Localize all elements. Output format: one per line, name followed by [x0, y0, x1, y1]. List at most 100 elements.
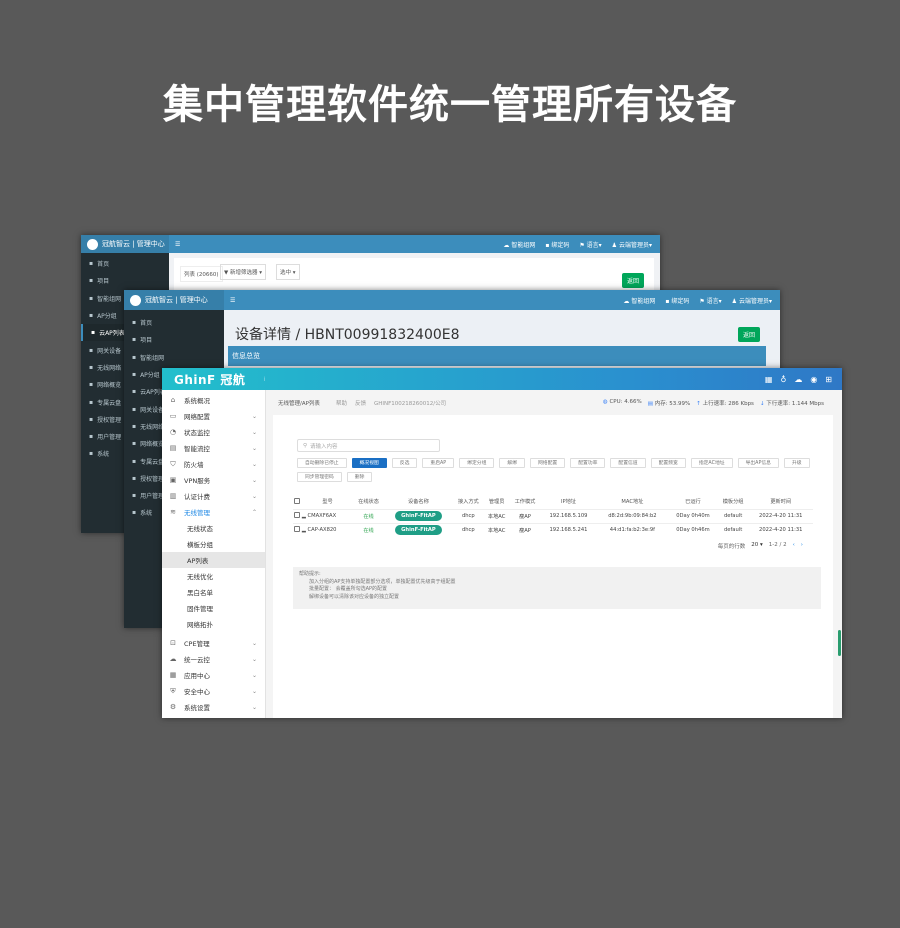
checkbox[interactable] — [294, 512, 301, 518]
sidebar-item[interactable]: ◔ 状态监控 ⌄ — [162, 424, 265, 440]
list-tab[interactable]: 列表 (20660) — [180, 266, 223, 282]
action-button[interactable]: 删除 — [346, 472, 373, 482]
help-link[interactable]: 帮助 — [336, 399, 347, 407]
menu-item-icon: ▪ — [91, 329, 96, 337]
submenu-item[interactable]: AP列表 — [162, 552, 265, 568]
action-button[interactable]: 重启AP — [422, 458, 455, 468]
table-row[interactable]: ▂ CMAXF6AX 在线 GhinF-FitAP dhcp 本地AC 瘦AP 192.16… — [293, 509, 813, 523]
action-button[interactable]: 同步管理密码 — [297, 472, 342, 482]
header-link[interactable]: ⚑ 语言▾ — [699, 296, 721, 305]
menu-toggle-icon[interactable]: ☰ — [175, 241, 180, 248]
sidebar-item[interactable]: ▥ 认证计费 ⌄ — [162, 488, 265, 504]
sidebar-item-label: 网络配置 — [184, 413, 210, 421]
submenu-item[interactable]: 无线优化 — [162, 568, 265, 584]
sidebar-item-label: 认证计费 — [184, 493, 210, 501]
submenu-item[interactable]: 固件管理 — [162, 600, 265, 616]
back-button[interactable]: 返回 — [737, 327, 760, 342]
action-button[interactable]: 配置信道 — [610, 458, 646, 468]
column-header: 管理员 — [488, 499, 505, 506]
sidebar-item-label: 系统设置 — [184, 704, 210, 712]
header-link[interactable]: ☁ 智能组网 — [503, 240, 535, 249]
submenu-item[interactable]: 无线状态 — [162, 520, 265, 536]
action-button[interactable]: 自动删除已停止 — [297, 458, 347, 468]
next-page-icon[interactable]: › — [801, 542, 803, 550]
action-button[interactable]: 网络配置 — [530, 458, 566, 468]
checkbox[interactable] — [294, 526, 301, 533]
sidebar-item[interactable]: ⊡ CPE管理 ⌄ — [162, 635, 265, 651]
row-checkbox[interactable] — [293, 523, 302, 537]
search-input[interactable]: ⚲ 请输入内容 — [297, 439, 440, 452]
selected-dropdown[interactable]: 选中 ▾ — [276, 264, 300, 280]
header-link[interactable]: ⚑ 语言▾ — [579, 240, 601, 249]
header-link[interactable]: ▪ 绑定码 — [545, 240, 569, 249]
brand: 冠航智云 | 管理中心 — [102, 240, 165, 248]
action-button[interactable]: 概况视图 — [351, 458, 387, 468]
globe-icon[interactable]: ◉ — [810, 375, 817, 384]
header-link-label: 语言▾ — [706, 297, 722, 305]
sidebar-item-label: 应用中心 — [184, 672, 210, 680]
action-button[interactable]: 升级 — [783, 458, 810, 468]
sidebar-item-label: AP分组 — [97, 313, 117, 321]
bell-icon[interactable]: ♁ — [780, 375, 786, 384]
action-button[interactable]: 配置功率 — [570, 458, 606, 468]
header-link[interactable]: ♟ 云端管理员▾ — [612, 240, 652, 249]
table-row[interactable]: ▂ CAP-AX820 在线 GhinF-FitAP dhcp 本地AC 瘦AP 192.1… — [293, 523, 813, 537]
select-all-checkbox[interactable] — [293, 495, 302, 509]
cloud-icon[interactable]: ☁ — [794, 375, 802, 384]
submenu-item[interactable]: 黑白名单 — [162, 584, 265, 600]
sidebar-item[interactable]: ▦ 应用中心 ⌄ — [162, 667, 265, 683]
menu-item-icon: ▪ — [132, 492, 137, 500]
sidebar-item[interactable]: ▪ 智能组网 — [124, 349, 224, 366]
feedback-link[interactable]: 反馈 — [355, 399, 366, 407]
chevron-down-icon: ⌄ — [251, 703, 257, 711]
header-link[interactable]: ♟ 云端管理员▾ — [732, 296, 772, 305]
sidebar-item[interactable]: ⛉ 防火墙 ⌄ — [162, 456, 265, 472]
column-header: IP地址 — [560, 499, 576, 506]
sidebar: ⌂ 系统概况 ▭ 网络配置 ⌄ ◔ 状态监控 ⌄ ▤ 智能流控 ⌄ ⛉ 防火墙 ⌄ ▣ VPN服务 ⌄ ▥ 认证计费… — [162, 390, 266, 718]
sidebar-item[interactable]: ▪ 首页 — [81, 255, 169, 272]
logo: GhinF 冠航 — [174, 372, 246, 387]
prev-page-icon[interactable]: ‹ — [793, 542, 795, 550]
submenu-item[interactable]: 横板分组 — [162, 536, 265, 552]
action-button[interactable]: 绑定分组 — [459, 458, 495, 468]
action-button[interactable]: 反选 — [391, 458, 418, 468]
selected-label: 选中 — [280, 270, 292, 276]
sidebar-item[interactable]: ▪ 首页 — [124, 314, 224, 331]
grid-icon[interactable]: ▦ — [765, 375, 773, 384]
sidebar-item[interactable]: ⌂ 系统概况 — [162, 392, 265, 408]
header-link[interactable]: ▪ 绑定码 — [665, 296, 689, 305]
sidebar-item[interactable]: ⛨ 安全中心 ⌄ — [162, 683, 265, 699]
back-button[interactable]: 返回 — [621, 273, 644, 288]
sidebar-item-label: 专属云盘 — [140, 458, 165, 466]
add-filter-button[interactable]: ▼ 新增筛选器 ▾ — [220, 264, 267, 280]
sidebar-item[interactable]: ▭ 网络配置 ⌄ — [162, 408, 265, 424]
exit-icon[interactable]: ⊞ — [825, 375, 832, 384]
header-link[interactable]: ☁ 智能组网 — [623, 296, 655, 305]
header-link-label: 绑定码 — [671, 297, 690, 305]
menu-item-icon: ▪ — [132, 422, 137, 430]
menu-item-icon: ▣ — [169, 476, 177, 484]
sidebar-item[interactable]: ⚙ 系统设置 ⌄ — [162, 699, 265, 715]
column-header: 设备名称 — [408, 499, 429, 506]
up-value: 上行速率: 286 Kbps — [702, 401, 754, 407]
sidebar-item[interactable]: ▪ 项目 — [81, 272, 169, 289]
sidebar-item[interactable]: ☁ 统一云控 ⌄ — [162, 651, 265, 667]
table-cell: 2022-4-20 11:31 — [749, 509, 814, 523]
scrollbar[interactable] — [838, 630, 841, 656]
sidebar-item[interactable]: ▪ 项目 — [124, 331, 224, 348]
menu-toggle-icon[interactable]: ☰ — [230, 297, 235, 304]
checkbox[interactable] — [294, 497, 301, 504]
action-button[interactable]: 配置频宽 — [650, 458, 686, 468]
sidebar-item[interactable]: ▤ 智能流控 ⌄ — [162, 440, 265, 456]
sidebar-item[interactable]: ▣ VPN服务 ⌄ — [162, 472, 265, 488]
sidebar-item[interactable]: ≋ 无线管理 ⌃ — [162, 504, 265, 520]
rows-per-page-select[interactable]: 20 ▾ — [751, 542, 763, 550]
action-button[interactable]: 导出AP信息 — [737, 458, 779, 468]
section-header: 信息总览 — [228, 346, 766, 366]
collapse-icon[interactable]: ⁞ — [263, 376, 265, 383]
submenu-item[interactable]: 网络拓扑 — [162, 616, 265, 632]
table-cell: d8:2d:9b:09:84:b2 — [597, 509, 669, 523]
action-button[interactable]: 解绑 — [499, 458, 525, 468]
row-checkbox[interactable] — [293, 509, 302, 523]
action-button[interactable]: 指定AC地址 — [690, 458, 733, 468]
